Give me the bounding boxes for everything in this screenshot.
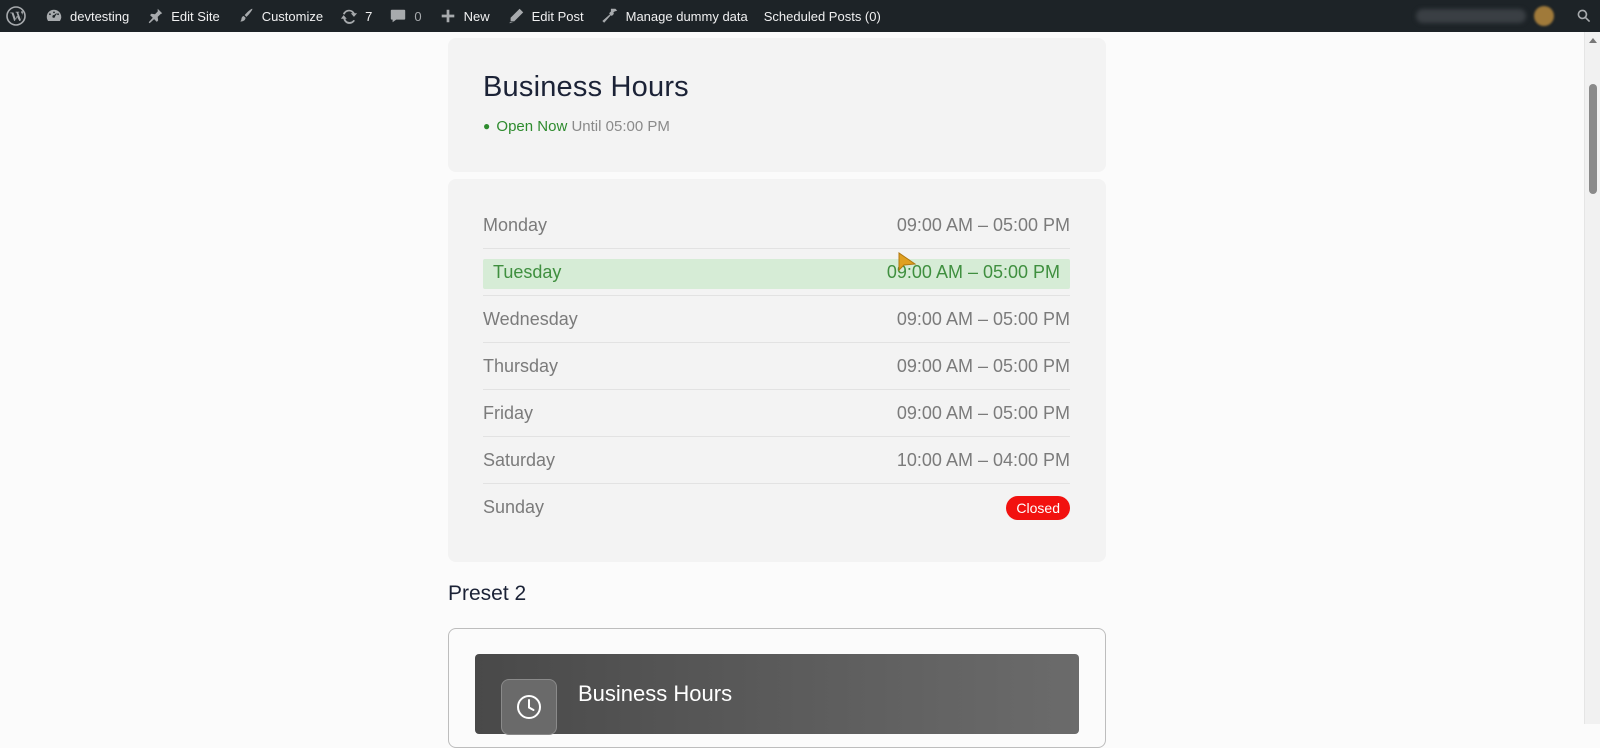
edit-site-label: Edit Site [171, 8, 220, 24]
edit-post-menu[interactable]: Edit Post [498, 0, 592, 32]
scroll-up-arrow-icon[interactable] [1589, 38, 1597, 43]
edit-post-label: Edit Post [531, 8, 584, 24]
comment-bubble-icon [388, 6, 408, 26]
site-name-menu[interactable]: devtesting [36, 0, 137, 32]
manage-dummy-data-label: Manage dummy data [625, 8, 748, 24]
day-hours: 09:00 AM – 05:00 PM [896, 355, 1070, 376]
manage-dummy-data-menu[interactable]: Manage dummy data [592, 0, 756, 32]
comments-menu[interactable]: 0 [380, 0, 429, 32]
user-name-blurred[interactable] [1416, 9, 1526, 23]
pencil-icon [506, 6, 526, 26]
avatar[interactable] [1534, 6, 1554, 26]
updates-menu[interactable]: 7 [331, 0, 380, 32]
page-scrollbar[interactable] [1584, 32, 1600, 724]
hammer-icon [600, 6, 620, 26]
hours-row-saturday: Saturday 10:00 AM – 04:00 PM [483, 437, 1070, 484]
hours-row-sunday: Sunday Closed [483, 484, 1070, 531]
admin-bar: devtesting Edit Site Customize 7 0 New E… [0, 0, 1600, 32]
customize-menu[interactable]: Customize [228, 0, 331, 32]
day-hours: 09:00 AM – 05:00 PM [896, 308, 1070, 329]
business-hours-title: Business Hours [483, 71, 689, 103]
open-now-label: Open Now [496, 118, 568, 135]
day-name: Wednesday [483, 308, 578, 329]
day-name: Thursday [483, 355, 559, 376]
new-content-menu[interactable]: New [430, 0, 498, 32]
day-name: Sunday [483, 497, 545, 517]
day-hours: 09:00 AM – 05:00 PM [896, 402, 1070, 423]
hours-row-friday: Friday 09:00 AM – 05:00 PM [483, 390, 1070, 437]
preset-2-header: Business Hours [475, 654, 1079, 735]
business-hours-widget: Business Hours ● Open Now Until 05:00 PM… [448, 38, 1106, 748]
open-status: ● Open Now Until 05:00 PM [483, 118, 1070, 135]
wordpress-logo-menu[interactable] [0, 0, 36, 32]
preset-2-heading: Preset 2 [448, 582, 527, 605]
admin-bar-secondary [1416, 0, 1600, 32]
search-icon[interactable] [1568, 0, 1600, 32]
business-hours-header-card: Business Hours ● Open Now Until 05:00 PM [448, 38, 1106, 172]
updates-refresh-icon [339, 6, 359, 26]
hours-row-wednesday: Wednesday 09:00 AM – 05:00 PM [483, 296, 1070, 343]
scheduled-posts-menu[interactable]: Scheduled Posts (0) [756, 0, 889, 32]
day-name: Saturday [483, 449, 556, 470]
comments-count: 0 [414, 8, 422, 24]
clock-icon [501, 679, 557, 735]
updates-count: 7 [365, 8, 373, 24]
preset-2-card: Business Hours [448, 628, 1106, 748]
site-name-label: devtesting [70, 8, 130, 24]
open-until-label: Until 05:00 PM [571, 118, 670, 135]
hours-table: Monday 09:00 AM – 05:00 PM Tuesday 09:00… [448, 179, 1106, 562]
day-name: Monday [483, 214, 548, 235]
plus-icon [438, 6, 458, 26]
dashboard-gauge-icon [44, 6, 64, 26]
day-name: Friday [483, 402, 534, 423]
day-name: Tuesday [493, 261, 562, 282]
mouse-cursor-icon [898, 252, 918, 274]
closed-badge: Closed [1006, 495, 1070, 520]
scrollbar-thumb[interactable] [1589, 84, 1597, 194]
paintbrush-icon [236, 6, 256, 26]
status-dot-icon: ● [483, 119, 491, 133]
hours-row-thursday: Thursday 09:00 AM – 05:00 PM [483, 343, 1070, 390]
day-hours: 10:00 AM – 04:00 PM [896, 449, 1070, 470]
preset-2-title: Business Hours [578, 681, 733, 706]
edit-site-pin-icon [145, 6, 165, 26]
day-hours: 09:00 AM – 05:00 PM [896, 214, 1070, 235]
hours-row-tuesday-today: Tuesday 09:00 AM – 05:00 PM [483, 249, 1070, 296]
scheduled-posts-label: Scheduled Posts (0) [763, 8, 881, 24]
hours-row-monday: Monday 09:00 AM – 05:00 PM [483, 202, 1070, 249]
new-label: New [463, 8, 490, 24]
wordpress-logo-icon [6, 6, 26, 26]
edit-site-menu[interactable]: Edit Site [137, 0, 227, 32]
customize-label: Customize [261, 8, 324, 24]
